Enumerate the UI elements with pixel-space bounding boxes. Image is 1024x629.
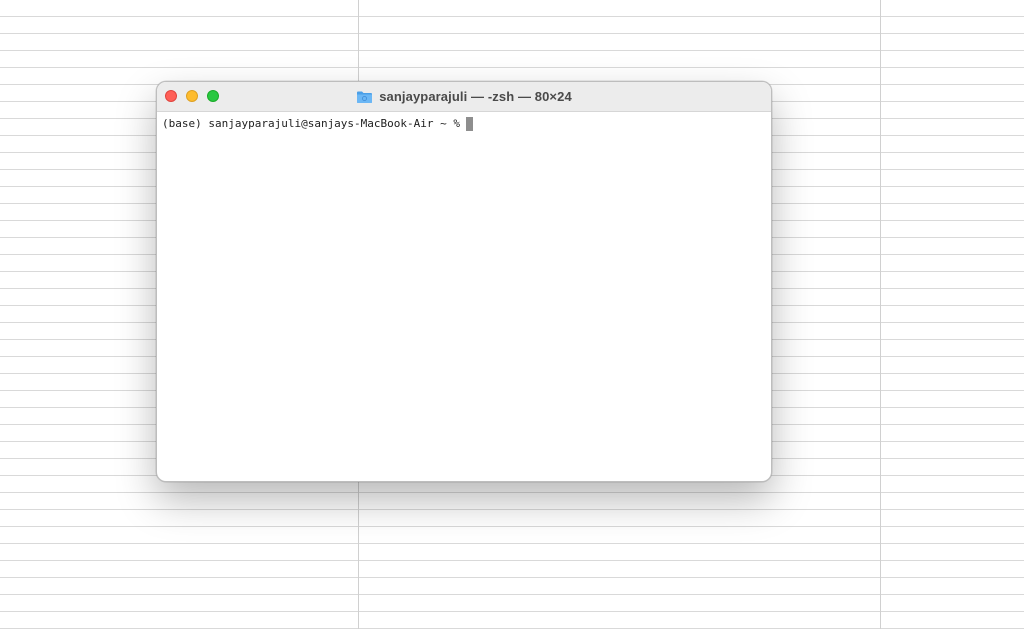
column-divider — [880, 0, 881, 629]
terminal-window[interactable]: sanjayparajuli — -zsh — 80×24 (base) san… — [156, 81, 772, 482]
text-cursor — [466, 117, 474, 131]
title-bar[interactable]: sanjayparajuli — -zsh — 80×24 — [157, 82, 771, 112]
folder-icon — [356, 90, 373, 104]
title-group: sanjayparajuli — -zsh — 80×24 — [157, 82, 771, 111]
prompt-line: (base) sanjayparajuli@sanjays-MacBook-Ai… — [162, 116, 766, 132]
terminal-content[interactable]: (base) sanjayparajuli@sanjays-MacBook-Ai… — [157, 112, 771, 480]
window-title: sanjayparajuli — -zsh — 80×24 — [379, 89, 572, 104]
shell-prompt: (base) sanjayparajuli@sanjays-MacBook-Ai… — [162, 117, 461, 130]
